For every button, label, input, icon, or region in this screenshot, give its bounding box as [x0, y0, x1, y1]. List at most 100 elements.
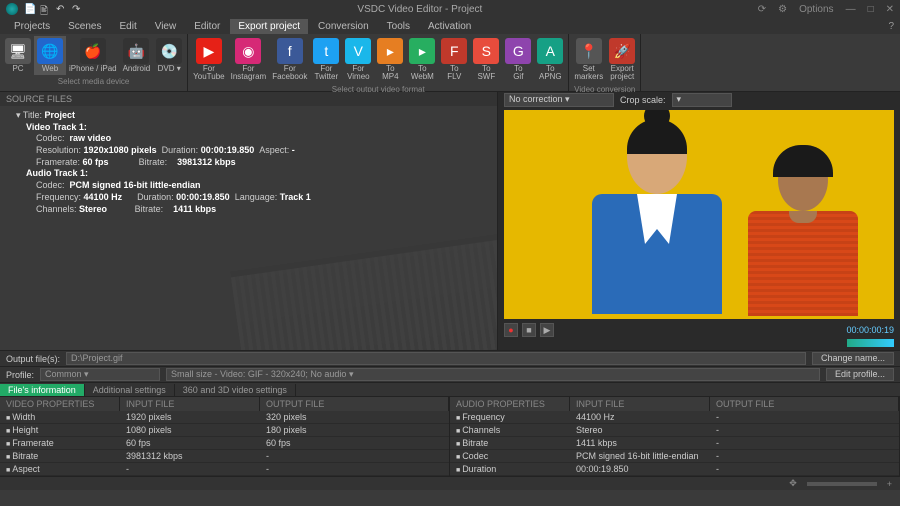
property-row: ChannelsStereo- [450, 424, 899, 437]
menu-item[interactable]: Editor [186, 19, 228, 34]
preview-content [582, 110, 732, 319]
stop-button[interactable]: ■ [522, 323, 536, 337]
property-row: Height1080 pixels180 pixels [0, 424, 449, 437]
output-file-field[interactable]: D:\Project.gif [66, 352, 806, 365]
timecode: 00:00:00:19 [846, 325, 894, 335]
ribbon-item[interactable]: GToGif [502, 36, 534, 83]
ribbon-icon: 🌐 [37, 38, 63, 64]
zoom-in-icon[interactable]: + [887, 479, 892, 489]
menu-item[interactable]: Projects [6, 19, 58, 34]
ribbon-icon: 🚀 [609, 38, 635, 64]
edit-profile-button[interactable]: Edit profile... [826, 368, 894, 381]
ribbon-icon: A [537, 38, 563, 64]
refresh-icon[interactable]: ⟳ [758, 4, 766, 15]
preview-content [743, 149, 863, 319]
ribbon-icon: ◉ [235, 38, 261, 64]
ribbon-label: ForYouTube [193, 65, 224, 81]
ribbon-icon: 💿 [156, 38, 182, 64]
video-preview[interactable] [504, 110, 894, 319]
correction-select[interactable]: No correction ▾ [504, 93, 614, 107]
preview-panel: No correction ▾ Crop scale: ▾ ● ■ ▶ 00:0… [498, 92, 900, 350]
profile-desc-select[interactable]: Small size - Video: GIF - 320x240; No au… [166, 368, 820, 381]
ribbon-item[interactable]: 🤖Android [120, 36, 154, 75]
help-icon[interactable]: ? [888, 21, 894, 32]
crop-scale-label: Crop scale: [620, 95, 666, 105]
ribbon-label: Setmarkers [574, 65, 603, 81]
titlebar: 📄 🖹 ↶ ↷ VSDC Video Editor - Project ⟳ ⚙ … [0, 0, 900, 18]
info-tab[interactable]: File's information [0, 384, 85, 396]
ribbon-label: ForTwitter [315, 65, 339, 81]
menu-item[interactable]: Scenes [60, 19, 109, 34]
settings-icon[interactable]: ⚙ [778, 4, 787, 15]
ribbon-icon: ▸ [409, 38, 435, 64]
ribbon-icon: F [441, 38, 467, 64]
ribbon-item[interactable]: 🚀Exportproject [606, 36, 638, 83]
qa-icon[interactable]: 🖹 [40, 4, 50, 14]
col-header: OUTPUT FILE [710, 397, 899, 411]
menu-item[interactable]: Edit [111, 19, 144, 34]
source-tree[interactable]: ▾ Title: Project Video Track 1: Codec: r… [0, 106, 497, 219]
source-files-panel: SOURCE FILES ▾ Title: Project Video Trac… [0, 92, 498, 350]
crop-scale-select[interactable]: ▾ [672, 93, 732, 107]
maximize-icon[interactable]: □ [868, 4, 874, 15]
options-label[interactable]: Options [799, 4, 833, 15]
ribbon: 🖥PC🌐Web🍎iPhone / iPad🤖Android💿DVD ▾ Sele… [0, 34, 900, 92]
ribbon-label: Android [123, 65, 151, 73]
col-header: INPUT FILE [120, 397, 260, 411]
col-header: OUTPUT FILE [260, 397, 449, 411]
close-icon[interactable]: ✕ [886, 4, 894, 15]
window-title: VSDC Video Editor - Project [82, 4, 758, 15]
ribbon-icon: f [277, 38, 303, 64]
qa-icon[interactable]: 📄 [24, 4, 34, 14]
ribbon-label: ForFacebook [272, 65, 307, 81]
ribbon-label: Web [42, 65, 58, 73]
info-tabs: File's informationAdditional settings360… [0, 382, 900, 396]
ribbon-item[interactable]: ▸ToMP4 [374, 36, 406, 83]
ribbon-item[interactable]: fForFacebook [269, 36, 310, 83]
property-row: Width1920 pixels320 pixels [0, 411, 449, 424]
statusbar: ✥ + [0, 476, 900, 490]
ribbon-label: DVD ▾ [158, 65, 181, 73]
ribbon-item[interactable]: ▶ForYouTube [190, 36, 227, 83]
profile-select[interactable]: Common ▾ [40, 368, 160, 381]
ribbon-icon: S [473, 38, 499, 64]
ribbon-item[interactable]: 🖥PC [2, 36, 34, 75]
property-row: Bitrate3981312 kbps- [0, 450, 449, 463]
ribbon-item[interactable]: SToSWF [470, 36, 502, 83]
move-icon[interactable]: ✥ [789, 478, 797, 489]
qa-icon[interactable]: ↶ [56, 4, 66, 14]
quick-access-icons[interactable]: 📄 🖹 ↶ ↷ [24, 4, 82, 14]
menu-item[interactable]: View [147, 19, 185, 34]
output-file-label: Output file(s): [6, 354, 60, 364]
ribbon-item[interactable]: 🌐Web [34, 36, 66, 75]
change-name-button[interactable]: Change name... [812, 352, 894, 365]
play-button[interactable]: ▶ [540, 323, 554, 337]
record-button[interactable]: ● [504, 323, 518, 337]
menu-item[interactable]: Tools [379, 19, 418, 34]
ribbon-item[interactable]: 🍎iPhone / iPad [66, 36, 120, 75]
col-header: INPUT FILE [570, 397, 710, 411]
ribbon-item[interactable]: tForTwitter [310, 36, 342, 83]
info-tab[interactable]: 360 and 3D video settings [175, 384, 296, 396]
output-file-row: Output file(s): D:\Project.gif Change na… [0, 350, 900, 366]
ribbon-icon: G [505, 38, 531, 64]
ribbon-item[interactable]: AToAPNG [534, 36, 566, 83]
minimize-icon[interactable]: — [846, 4, 856, 15]
menu-item[interactable]: Export project [230, 19, 308, 34]
menu-item[interactable]: Activation [420, 19, 479, 34]
qa-icon[interactable]: ↷ [72, 4, 82, 14]
ribbon-item[interactable]: 💿DVD ▾ [153, 36, 185, 75]
ribbon-label: ToFLV [447, 65, 461, 81]
info-tab[interactable]: Additional settings [85, 384, 175, 396]
property-row: Framerate60 fps60 fps [0, 437, 449, 450]
ribbon-label: ToGif [513, 65, 523, 81]
ribbon-icon: ▶ [196, 38, 222, 64]
ribbon-item[interactable]: ▸ToWebM [406, 36, 438, 83]
ribbon-item[interactable]: VForVimeo [342, 36, 374, 83]
ribbon-item[interactable]: FToFLV [438, 36, 470, 83]
menu-item[interactable]: Conversion [310, 19, 377, 34]
filmstrip-decoration-icon [230, 230, 498, 350]
ribbon-item[interactable]: ◉ForInstagram [228, 36, 270, 83]
ribbon-item[interactable]: 📍Setmarkers [571, 36, 606, 83]
zoom-slider[interactable] [807, 482, 877, 486]
